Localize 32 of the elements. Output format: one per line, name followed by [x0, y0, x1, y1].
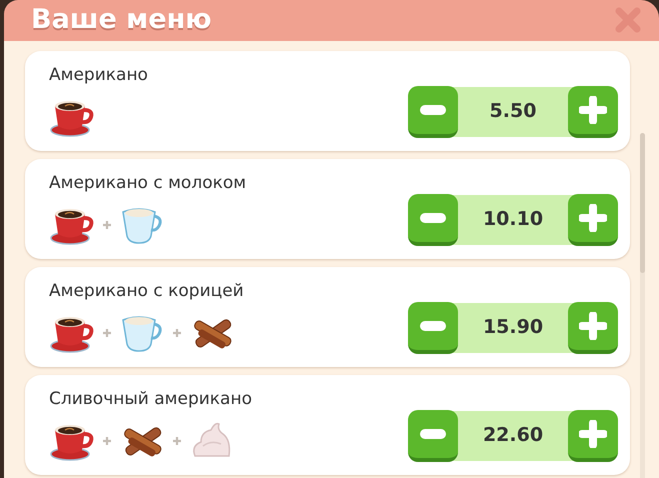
plus-icon [102, 220, 112, 230]
item-name: Сливочный американо [49, 388, 253, 411]
plus-icon [172, 436, 182, 446]
decrease-button[interactable] [408, 86, 458, 138]
decrease-button[interactable] [408, 194, 458, 246]
item-name: Американо с молоком [49, 172, 248, 195]
scrollbar-thumb[interactable] [640, 132, 645, 272]
decrease-button[interactable] [408, 410, 458, 462]
item-name: Американо с корицей [49, 280, 245, 303]
plus-icon [102, 436, 112, 446]
minus-icon [420, 212, 446, 222]
increase-button[interactable] [568, 410, 618, 462]
price-value: 5.50 [488, 99, 538, 124]
plus-icon [102, 328, 112, 338]
item-name: Американо [49, 64, 149, 87]
minus-icon [420, 104, 446, 114]
decrease-button[interactable] [408, 302, 458, 354]
plus-icon [172, 328, 182, 338]
increase-button[interactable] [568, 86, 618, 138]
window-title: Ваше меню [31, 3, 212, 37]
increase-button[interactable] [568, 194, 618, 246]
increase-button[interactable] [568, 302, 618, 354]
plus-icon [579, 420, 607, 448]
plus-icon [579, 312, 607, 340]
plus-icon [579, 204, 607, 232]
price-value: 10.10 [482, 207, 544, 232]
scrollbar-track[interactable] [640, 132, 645, 478]
plus-icon [579, 96, 607, 124]
price-value: 15.90 [482, 315, 544, 340]
minus-icon [420, 428, 446, 438]
price-value: 22.60 [482, 423, 544, 448]
minus-icon [420, 320, 446, 330]
